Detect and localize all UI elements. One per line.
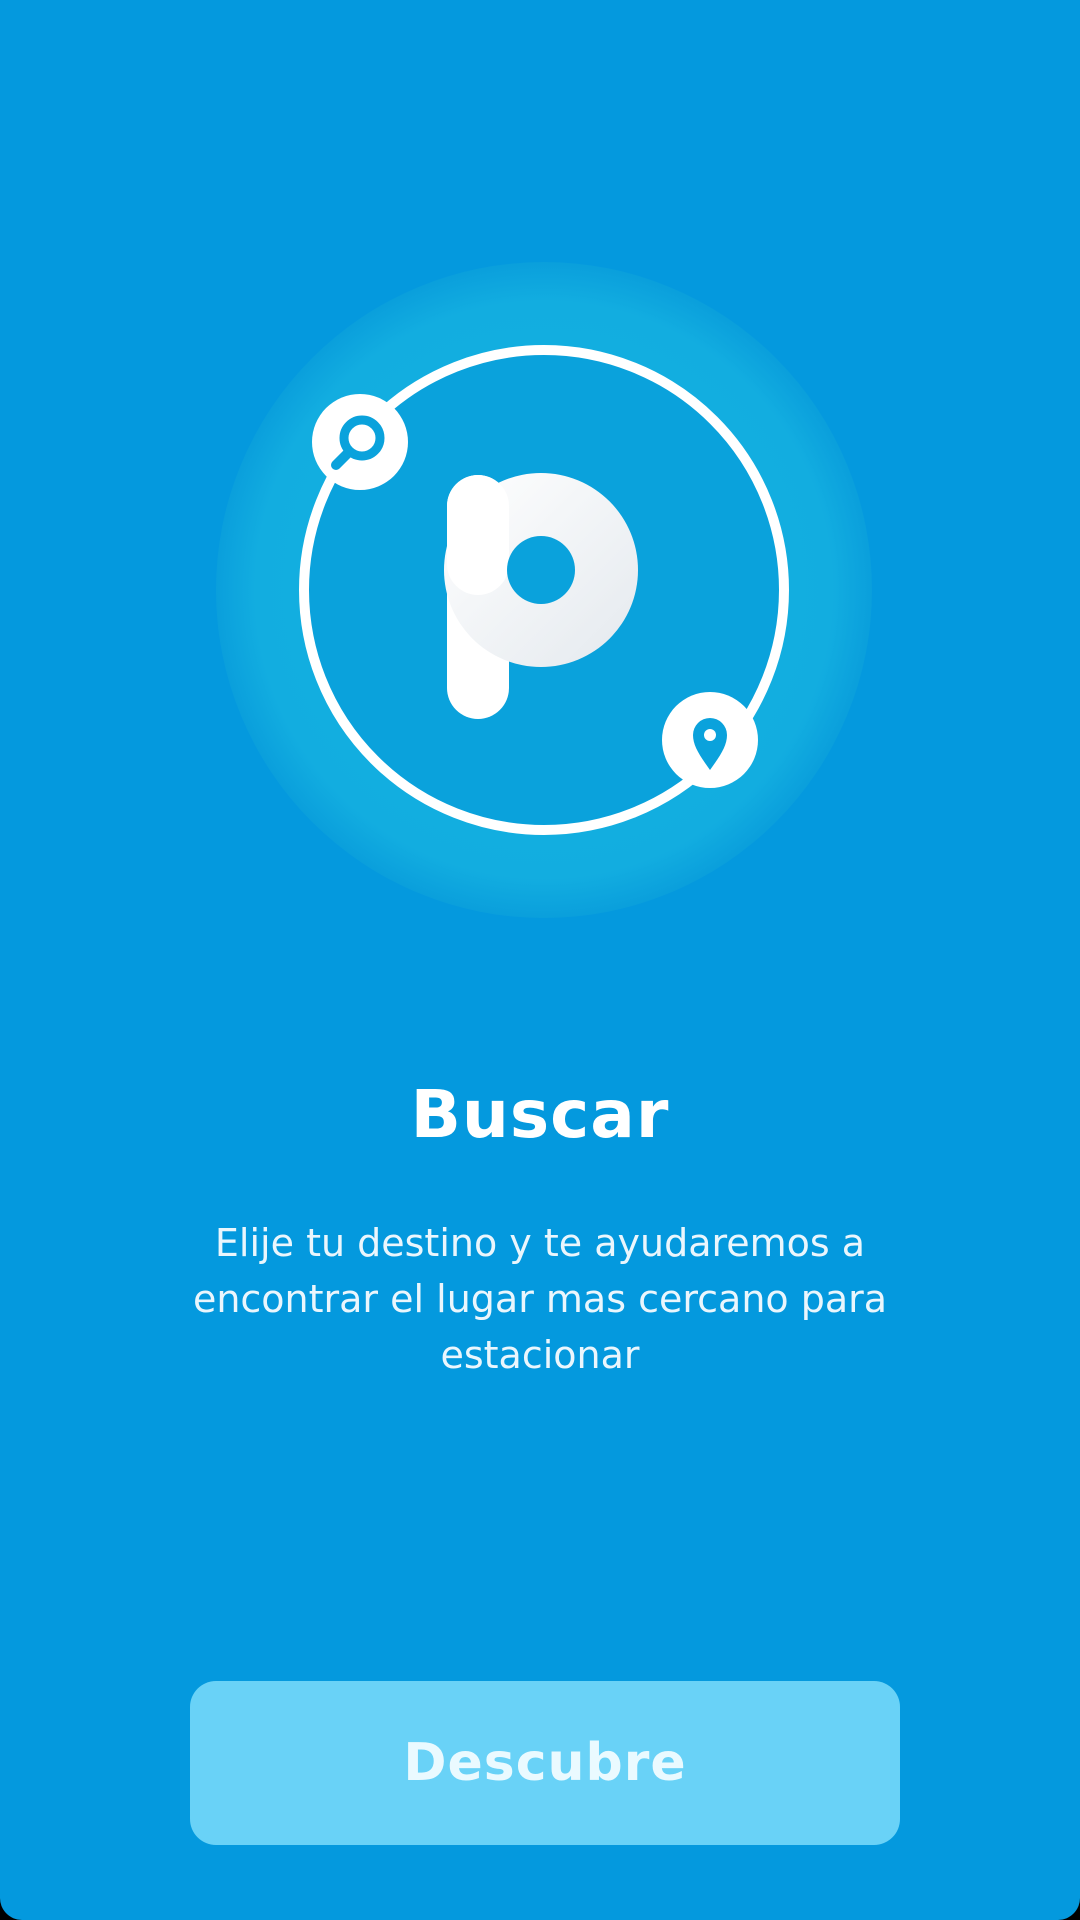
location-pin-icon <box>662 692 758 788</box>
onboarding-description: Elije tu destino y te ayudaremos a encon… <box>192 1221 888 1377</box>
onboarding-screen: Buscar Elije tu destino y te ayudaremos … <box>0 0 1080 1920</box>
parking-logo-icon <box>216 262 872 918</box>
discover-button[interactable]: Descubre <box>190 1681 900 1845</box>
search-icon <box>312 394 408 490</box>
onboarding-title: Buscar <box>410 1076 670 1153</box>
hero-illustration <box>216 262 872 918</box>
